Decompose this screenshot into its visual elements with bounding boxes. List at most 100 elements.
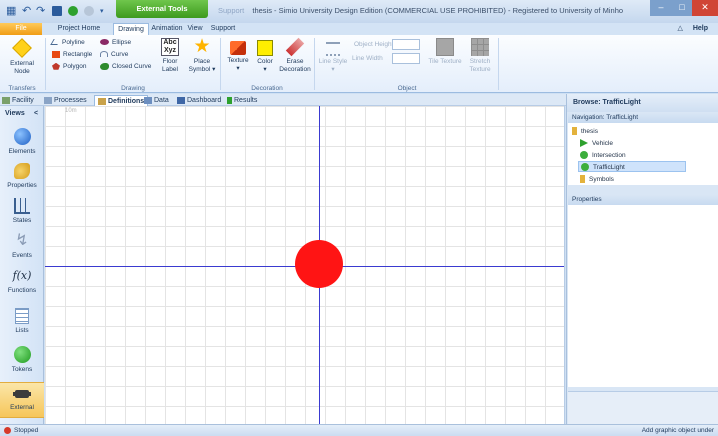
curve-label: Curve <box>111 51 129 58</box>
view-states[interactable]: States <box>0 196 44 229</box>
help-button[interactable]: Help <box>693 25 708 32</box>
view-tokens[interactable]: Tokens <box>0 344 44 377</box>
function-icon: f(x) <box>12 269 32 282</box>
view-elements[interactable]: Elements <box>0 126 44 159</box>
group-label-transfers: Transfers <box>8 85 36 92</box>
polygon-icon <box>52 62 60 70</box>
properties-header: Properties <box>568 195 718 205</box>
support-context-label: Support <box>218 6 245 15</box>
tile-texture-label: Tile Texture <box>428 58 462 65</box>
view-events[interactable]: ↯ Events <box>0 231 44 264</box>
group-label-object: Object <box>397 85 417 92</box>
tab-view[interactable]: View <box>184 23 206 35</box>
view-properties[interactable]: Properties <box>0 161 44 194</box>
vehicle-icon <box>580 139 588 148</box>
closed-curve-button[interactable]: Closed Curve <box>100 62 151 72</box>
undo-icon[interactable]: ↶ <box>22 5 31 18</box>
views-panel: Views < Elements Properties States ↯ Eve… <box>0 106 44 424</box>
stop-icon[interactable] <box>84 6 94 16</box>
stopped-icon <box>4 426 11 434</box>
polyline-button[interactable]: Polyline <box>50 38 85 48</box>
tab-facility[interactable]: Facility <box>2 95 34 106</box>
polygon-button[interactable]: Polygon <box>52 62 87 72</box>
tab-file[interactable]: File <box>0 23 42 35</box>
tab-results-label: Results <box>234 97 258 104</box>
external-node-icon <box>15 390 29 398</box>
closed-curve-icon <box>100 62 109 70</box>
views-header: Views <box>5 110 25 117</box>
minimize-button[interactable]: – <box>650 0 672 16</box>
color-button[interactable]: Color ▾ <box>253 38 277 74</box>
maximize-button[interactable]: □ <box>672 0 692 16</box>
tab-definitions[interactable]: Definitions <box>94 95 149 106</box>
tree-node-trafficlight[interactable]: TrafficLight <box>578 161 686 172</box>
tab-project-home[interactable]: Project Home <box>52 23 106 35</box>
external-node-button[interactable]: External Node <box>2 38 42 76</box>
object-height-field[interactable] <box>392 39 420 50</box>
view-states-label: States <box>12 217 32 224</box>
close-button[interactable]: ✕ <box>692 0 718 16</box>
ellipse-label: Ellipse <box>112 39 132 46</box>
group-separator <box>220 38 221 90</box>
ribbon-minimize-icon[interactable]: △ <box>677 25 682 32</box>
drawing-canvas[interactable]: 10m <box>45 106 565 424</box>
tile-texture-button[interactable]: Tile Texture <box>426 38 464 66</box>
place-symbol-button[interactable]: ★ Place Symbol ▾ <box>186 37 218 74</box>
erase-decoration-label: Erase Decoration <box>279 58 311 73</box>
symbols-icon <box>580 175 585 184</box>
line-style-label: Line Style <box>318 58 348 65</box>
tab-support[interactable]: Support <box>208 23 238 35</box>
rectangle-button[interactable]: Rectangle <box>52 50 92 60</box>
lightning-icon: ↯ <box>15 232 29 249</box>
tree-node-vehicle[interactable]: Vehicle <box>580 138 613 149</box>
color-swatch-icon <box>257 40 273 56</box>
floor-label-button[interactable]: Abc Xyz Floor Label <box>156 38 184 74</box>
tree-node-label: Intersection <box>592 152 626 159</box>
tab-dashboard[interactable]: Dashboard <box>177 95 221 106</box>
save-icon[interactable] <box>52 6 62 16</box>
navigation-tree: thesis Vehicle Intersection TrafficLight… <box>568 123 718 185</box>
browse-panel: Browse: TrafficLight Navigation: Traffic… <box>566 94 718 424</box>
view-lists[interactable]: Lists <box>0 306 44 339</box>
tab-data[interactable]: Data <box>144 95 169 106</box>
group-separator <box>498 38 499 90</box>
line-width-field[interactable] <box>392 53 420 64</box>
tree-node-intersection[interactable]: Intersection <box>580 150 626 161</box>
view-functions[interactable]: f(x) Functions <box>0 266 44 299</box>
ellipse-button[interactable]: Ellipse <box>100 38 131 48</box>
traffic-light-symbol[interactable] <box>295 240 343 288</box>
browse-header: Browse: TrafficLight <box>567 94 718 112</box>
external-node-label: External Node <box>10 60 34 75</box>
navigation-header: Navigation: TrafficLight <box>568 113 718 123</box>
scale-label: 10m <box>65 108 77 114</box>
line-style-button[interactable]: Line Style ▾ <box>317 38 349 74</box>
app-logo-icon[interactable]: ▦ <box>6 5 16 18</box>
dashboard-icon <box>177 96 185 104</box>
status-hint-text: Add graphic object under <box>641 427 714 434</box>
run-icon[interactable] <box>68 6 78 16</box>
view-external[interactable]: External <box>0 382 44 418</box>
states-icon <box>14 198 30 214</box>
rectangle-label: Rectangle <box>63 51 93 58</box>
tab-results[interactable]: Results <box>227 95 257 106</box>
stretch-texture-button[interactable]: Stretch Texture <box>465 38 495 74</box>
tree-node-thesis[interactable]: thesis <box>572 126 598 137</box>
properties-grid[interactable] <box>568 205 718 387</box>
line-width-label: Line Width <box>352 55 383 62</box>
tree-node-symbols[interactable]: Symbols <box>580 174 614 185</box>
texture-button[interactable]: Texture ▾ <box>224 38 252 73</box>
curve-button[interactable]: Curve <box>100 50 128 60</box>
erase-decoration-button[interactable]: Erase Decoration <box>278 37 312 74</box>
closed-curve-label: Closed Curve <box>112 63 152 70</box>
view-tokens-label: Tokens <box>11 366 33 373</box>
views-collapse-button[interactable]: < <box>34 110 38 117</box>
trafficlight-object-icon <box>581 163 589 172</box>
quick-access-dropdown-icon[interactable]: ▾ <box>100 5 104 18</box>
view-external-label: External <box>10 404 34 411</box>
redo-icon[interactable]: ↷ <box>36 5 45 18</box>
run-status-text: Stopped <box>14 427 39 434</box>
tab-processes[interactable]: Processes <box>44 95 87 106</box>
tab-animation[interactable]: Animation <box>151 23 183 35</box>
polyline-icon <box>50 39 61 46</box>
stretch-texture-icon <box>471 38 489 56</box>
